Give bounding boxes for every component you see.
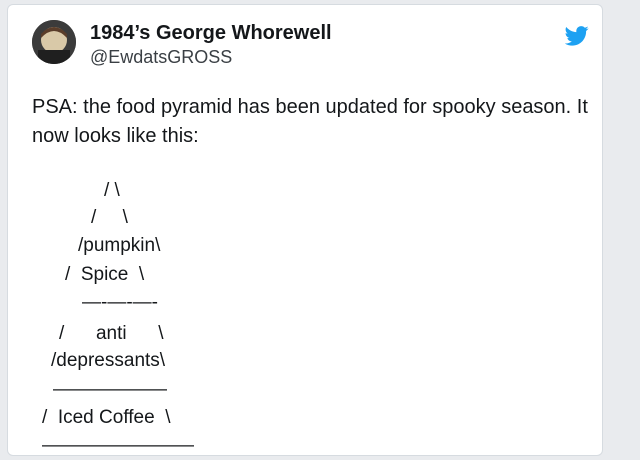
pyramid-line: —-—-—-	[82, 292, 158, 313]
avatar-image	[32, 20, 76, 64]
pyramid-line: ——————	[53, 379, 167, 400]
tweet-text: PSA: the food pyramid has been updated f…	[32, 96, 588, 147]
pyramid-line: / Spice \	[65, 264, 145, 285]
pyramid-line: / anti \	[59, 323, 164, 344]
pyramid-line: / Iced Coffee \	[42, 407, 171, 428]
pyramid-line: /pumpkin\	[78, 235, 161, 256]
display-name[interactable]: 1984’s George Whorewell	[90, 22, 332, 45]
user-handle[interactable]: @EwdatsGROSS	[90, 47, 232, 68]
twitter-bird-icon[interactable]	[564, 25, 589, 47]
tweet-card[interactable]: 1984’s George Whorewell @EwdatsGROSS PSA…	[7, 4, 603, 456]
pyramid-line: /depressants\	[51, 350, 166, 371]
pyramid-line: / \	[104, 180, 120, 201]
pyramid-line: ————————	[42, 435, 194, 456]
pyramid-line: / \	[91, 207, 128, 228]
avatar[interactable]	[32, 20, 76, 64]
